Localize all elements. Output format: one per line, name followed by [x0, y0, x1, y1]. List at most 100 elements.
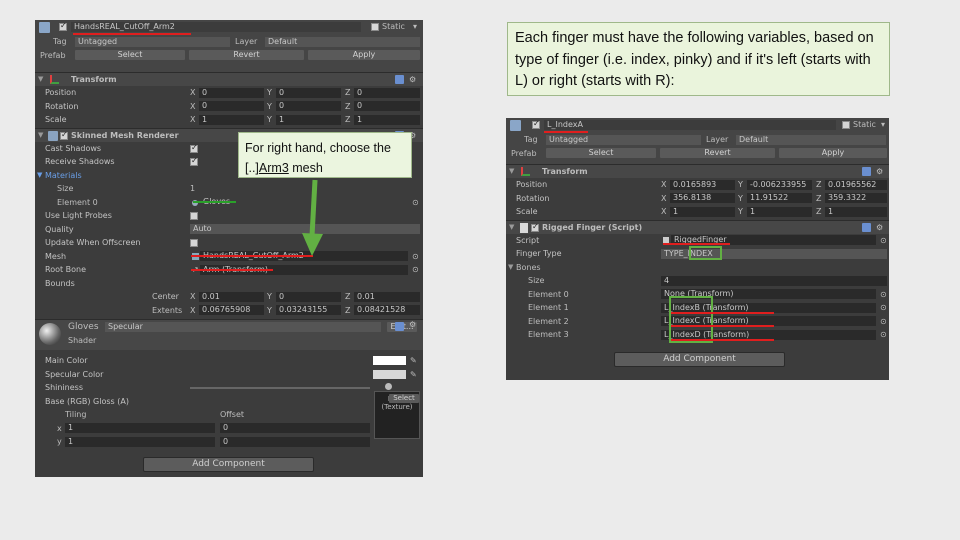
- center-y-field[interactable]: 0: [276, 291, 341, 302]
- static-checkbox[interactable]: [842, 121, 850, 129]
- gear-icon[interactable]: ⚙: [409, 320, 416, 329]
- object-name-field[interactable]: HandsREAL_CutOff_Arm2: [71, 21, 361, 32]
- eyedropper-icon[interactable]: ✎: [410, 356, 417, 365]
- gameobject-icon: [39, 22, 50, 33]
- layer-dropdown[interactable]: Default: [265, 36, 420, 47]
- extents-x-field[interactable]: 0.06765908: [199, 305, 264, 315]
- position-z-field[interactable]: 0: [354, 87, 420, 98]
- bones-label[interactable]: Bones: [516, 263, 541, 272]
- materials-foldout-icon[interactable]: ▼: [37, 171, 42, 179]
- center-z-field[interactable]: 0.01: [354, 291, 420, 302]
- static-dropdown-icon[interactable]: ▾: [413, 22, 417, 31]
- help-icon[interactable]: [395, 322, 404, 331]
- static-checkbox[interactable]: [371, 23, 379, 31]
- offset-x-field[interactable]: 0: [220, 423, 370, 433]
- tiling-x-field[interactable]: 1: [65, 423, 215, 433]
- texture-select-button[interactable]: Select: [389, 393, 419, 403]
- prefab-revert-button[interactable]: Revert: [660, 148, 775, 158]
- smr-enabled-checkbox[interactable]: [60, 130, 68, 140]
- materials-label[interactable]: Materials: [45, 171, 82, 180]
- center-x-field[interactable]: 0.01: [199, 291, 264, 302]
- add-component-button[interactable]: Add Component: [614, 352, 785, 367]
- transform-header[interactable]: ▼ Transform ⚙: [506, 164, 889, 178]
- rigged-finger-enabled-checkbox[interactable]: [531, 222, 539, 232]
- gear-icon[interactable]: ⚙: [409, 75, 416, 84]
- foldout-triangle-icon[interactable]: ▼: [509, 167, 514, 175]
- tag-dropdown[interactable]: Untagged: [546, 134, 701, 145]
- position-x-field[interactable]: 0: [199, 87, 264, 98]
- prefab-select-button[interactable]: Select: [546, 148, 656, 158]
- object-picker-icon[interactable]: ⊙: [412, 198, 419, 207]
- transform-header[interactable]: ▼ Transform ⚙: [35, 72, 423, 86]
- prefab-select-button[interactable]: Select: [75, 50, 185, 60]
- size-value[interactable]: 1: [190, 184, 195, 193]
- object-picker-icon[interactable]: ⊙: [880, 303, 887, 312]
- texture-slot[interactable]: None (Texture) Select: [374, 391, 420, 439]
- rotation-y-field[interactable]: 11.91522: [747, 193, 812, 203]
- static-dropdown-icon[interactable]: ▾: [881, 120, 885, 129]
- object-picker-icon[interactable]: ⊙: [880, 290, 887, 299]
- object-picker-icon[interactable]: ⊙: [880, 330, 887, 339]
- object-picker-icon[interactable]: ⊙: [412, 252, 419, 261]
- object-name-field[interactable]: L_IndexA: [544, 119, 836, 130]
- scale-z-field[interactable]: 1: [354, 114, 420, 125]
- use-light-probes-checkbox[interactable]: [190, 212, 198, 220]
- scale-z-field[interactable]: 1: [825, 206, 887, 217]
- cast-shadows-checkbox[interactable]: [190, 143, 198, 153]
- receive-shadows-checkbox[interactable]: [190, 156, 198, 166]
- extents-y-field[interactable]: 0.03243155: [276, 305, 341, 315]
- scale-row: Scale X 1 Y 1 Z 1: [506, 205, 889, 219]
- rotation-x-field[interactable]: 356.8138: [670, 193, 735, 203]
- position-y-field[interactable]: 0: [276, 87, 341, 98]
- main-color-swatch[interactable]: [373, 356, 406, 365]
- prefab-apply-button[interactable]: Apply: [779, 148, 887, 158]
- root-bone-underline: [191, 269, 273, 271]
- object-picker-icon[interactable]: ⊙: [880, 236, 887, 245]
- active-checkbox[interactable]: [532, 119, 540, 129]
- position-x-field[interactable]: 0.0165893: [670, 179, 735, 190]
- active-checkbox[interactable]: [59, 21, 67, 31]
- material-header[interactable]: Gloves Shader Specular Edit... ⚙: [35, 320, 423, 350]
- object-picker-icon[interactable]: ⊙: [412, 265, 419, 274]
- scale-y-field[interactable]: 1: [747, 206, 812, 217]
- rigged-finger-header[interactable]: ▼ Rigged Finger (Script) ⚙: [506, 219, 889, 234]
- foldout-triangle-icon[interactable]: ▼: [38, 75, 43, 83]
- bones-size-field[interactable]: 4: [661, 275, 887, 286]
- gear-icon[interactable]: ⚙: [876, 223, 883, 232]
- object-picker-icon[interactable]: ⊙: [880, 317, 887, 326]
- specular-color-label: Specular Color: [45, 369, 104, 379]
- shininess-slider-track[interactable]: [190, 387, 370, 389]
- prefab-revert-button[interactable]: Revert: [189, 50, 304, 60]
- scale-x-field[interactable]: 1: [199, 114, 264, 125]
- help-icon[interactable]: [862, 222, 871, 232]
- help-icon[interactable]: [862, 167, 871, 176]
- foldout-triangle-icon[interactable]: ▼: [38, 131, 43, 139]
- gear-icon[interactable]: ⚙: [876, 167, 883, 176]
- layer-dropdown[interactable]: Default: [736, 134, 886, 145]
- update-offscreen-checkbox[interactable]: [190, 239, 198, 247]
- shininess-slider-handle[interactable]: [385, 383, 392, 390]
- position-y-field[interactable]: -0.006233955: [747, 179, 812, 190]
- shader-dropdown[interactable]: Specular: [105, 321, 381, 332]
- add-component-button[interactable]: Add Component: [143, 457, 314, 472]
- prefab-apply-button[interactable]: Apply: [308, 50, 420, 60]
- finger-type-highlight: [689, 246, 722, 260]
- scale-x-field[interactable]: 1: [670, 206, 735, 217]
- rotation-z-field[interactable]: 0: [354, 101, 420, 111]
- bones-foldout-icon[interactable]: ▼: [508, 263, 513, 271]
- tiling-y-field[interactable]: 1: [65, 436, 215, 447]
- tag-dropdown[interactable]: Untagged: [75, 36, 230, 47]
- foldout-triangle-icon[interactable]: ▼: [509, 223, 514, 231]
- position-z-field[interactable]: 0.01965562: [825, 179, 887, 190]
- offset-y-field[interactable]: 0: [220, 436, 370, 447]
- eyedropper-icon[interactable]: ✎: [410, 370, 417, 379]
- extents-z-field[interactable]: 0.08421528: [354, 305, 420, 315]
- rotation-y-field[interactable]: 0: [276, 101, 341, 111]
- help-icon[interactable]: [395, 75, 404, 84]
- material-name: Gloves: [68, 322, 99, 332]
- specular-color-swatch[interactable]: [373, 369, 406, 379]
- rotation-z-field[interactable]: 359.3322: [825, 193, 887, 203]
- size-label: Size: [528, 276, 545, 285]
- rotation-x-field[interactable]: 0: [199, 101, 264, 111]
- scale-y-field[interactable]: 1: [276, 114, 341, 125]
